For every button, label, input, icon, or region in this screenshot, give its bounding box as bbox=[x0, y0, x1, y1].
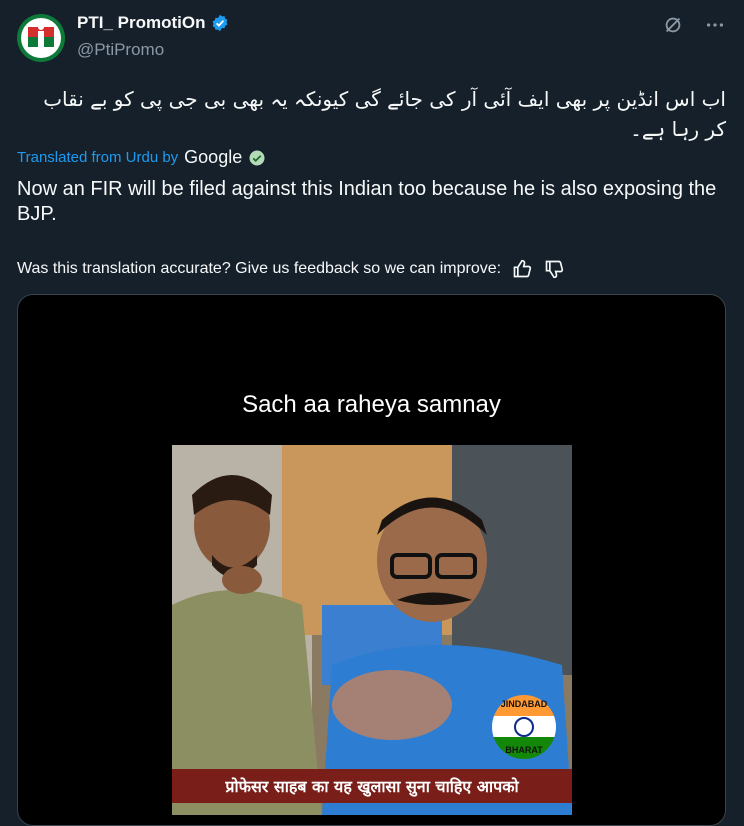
jindabad-bharat-badge: JINDABAD BHARAT bbox=[492, 695, 556, 759]
check-circle-icon bbox=[249, 150, 265, 165]
verified-badge-icon bbox=[213, 14, 228, 32]
google-label: Google bbox=[184, 147, 243, 167]
pti-logo-icon bbox=[21, 18, 61, 58]
author-name-row[interactable]: PTI_ PromotiOn bbox=[77, 13, 229, 33]
grok-icon[interactable] bbox=[662, 14, 684, 36]
person-right-image bbox=[322, 497, 572, 815]
author-handle[interactable]: @PtiPromo bbox=[77, 40, 164, 60]
translated-from-label: Translated from Urdu by bbox=[17, 149, 179, 166]
video-frame[interactable]: JINDABAD BHARAT bbox=[172, 445, 572, 815]
video-player[interactable]: Sach aa raheya samnay JINDABAD BHARAT प्… bbox=[17, 294, 726, 826]
author-display-name[interactable]: PTI_ PromotiOn bbox=[77, 13, 205, 33]
badge-bottom-text: BHARAT bbox=[505, 745, 543, 755]
hindi-subtitle: प्रोफेसर साहब का यह खुलासा सुना चाहिए आप… bbox=[172, 769, 572, 803]
feedback-prompt: Was this translation accurate? Give us f… bbox=[17, 260, 502, 277]
translation-attribution: Translated from Urdu by Google bbox=[17, 147, 266, 168]
badge-top-text: JINDABAD bbox=[500, 699, 548, 709]
translation-feedback: Was this translation accurate? Give us f… bbox=[17, 258, 565, 280]
video-caption: Sach aa raheya samnay bbox=[242, 391, 501, 418]
avatar[interactable] bbox=[17, 14, 65, 62]
thumbs-up-icon[interactable] bbox=[511, 258, 533, 280]
thumbs-down-icon[interactable] bbox=[543, 258, 565, 280]
tweet-original-text: اب اس انڈین پر بھی ایف آئی آر کی جائے گی… bbox=[43, 87, 726, 141]
more-icon[interactable] bbox=[704, 14, 726, 36]
ashoka-chakra-icon bbox=[514, 717, 534, 737]
person-left-image bbox=[172, 475, 322, 815]
tweet-translation: Now an FIR will be filed against this In… bbox=[17, 178, 717, 225]
